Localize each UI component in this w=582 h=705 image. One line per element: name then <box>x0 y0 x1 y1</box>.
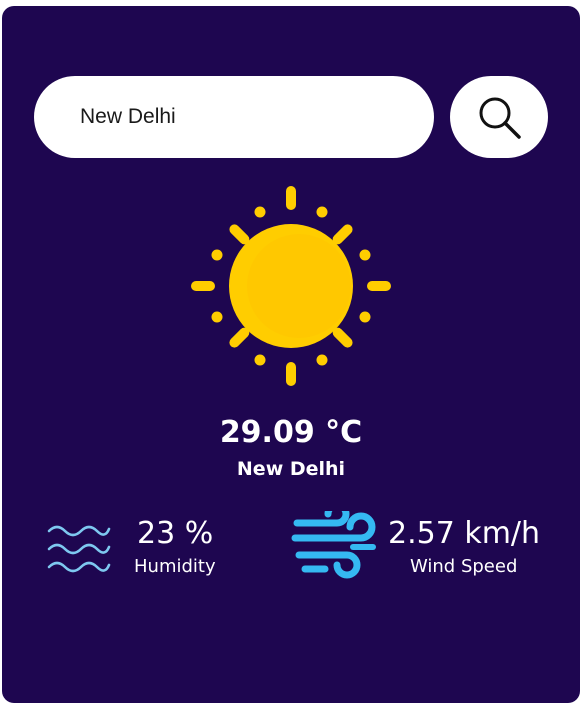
wind-icon <box>291 511 376 579</box>
humidity-waves-icon <box>47 525 111 573</box>
city-search-input[interactable] <box>34 76 434 158</box>
temperature-value: 29.09 °C <box>219 415 363 450</box>
search-button[interactable] <box>450 76 548 158</box>
wind-speed-value: 2.57 km/h <box>388 516 541 551</box>
search-icon <box>479 97 521 139</box>
wind-speed-label: Wind Speed <box>410 556 518 577</box>
city-name: New Delhi <box>236 458 346 480</box>
humidity-value: 23 % <box>137 516 214 551</box>
sun-icon <box>191 186 391 386</box>
humidity-label: Humidity <box>134 556 216 577</box>
weather-card: 29.09 °C New Delhi 23 % Humidity 2.57 km… <box>2 6 580 703</box>
